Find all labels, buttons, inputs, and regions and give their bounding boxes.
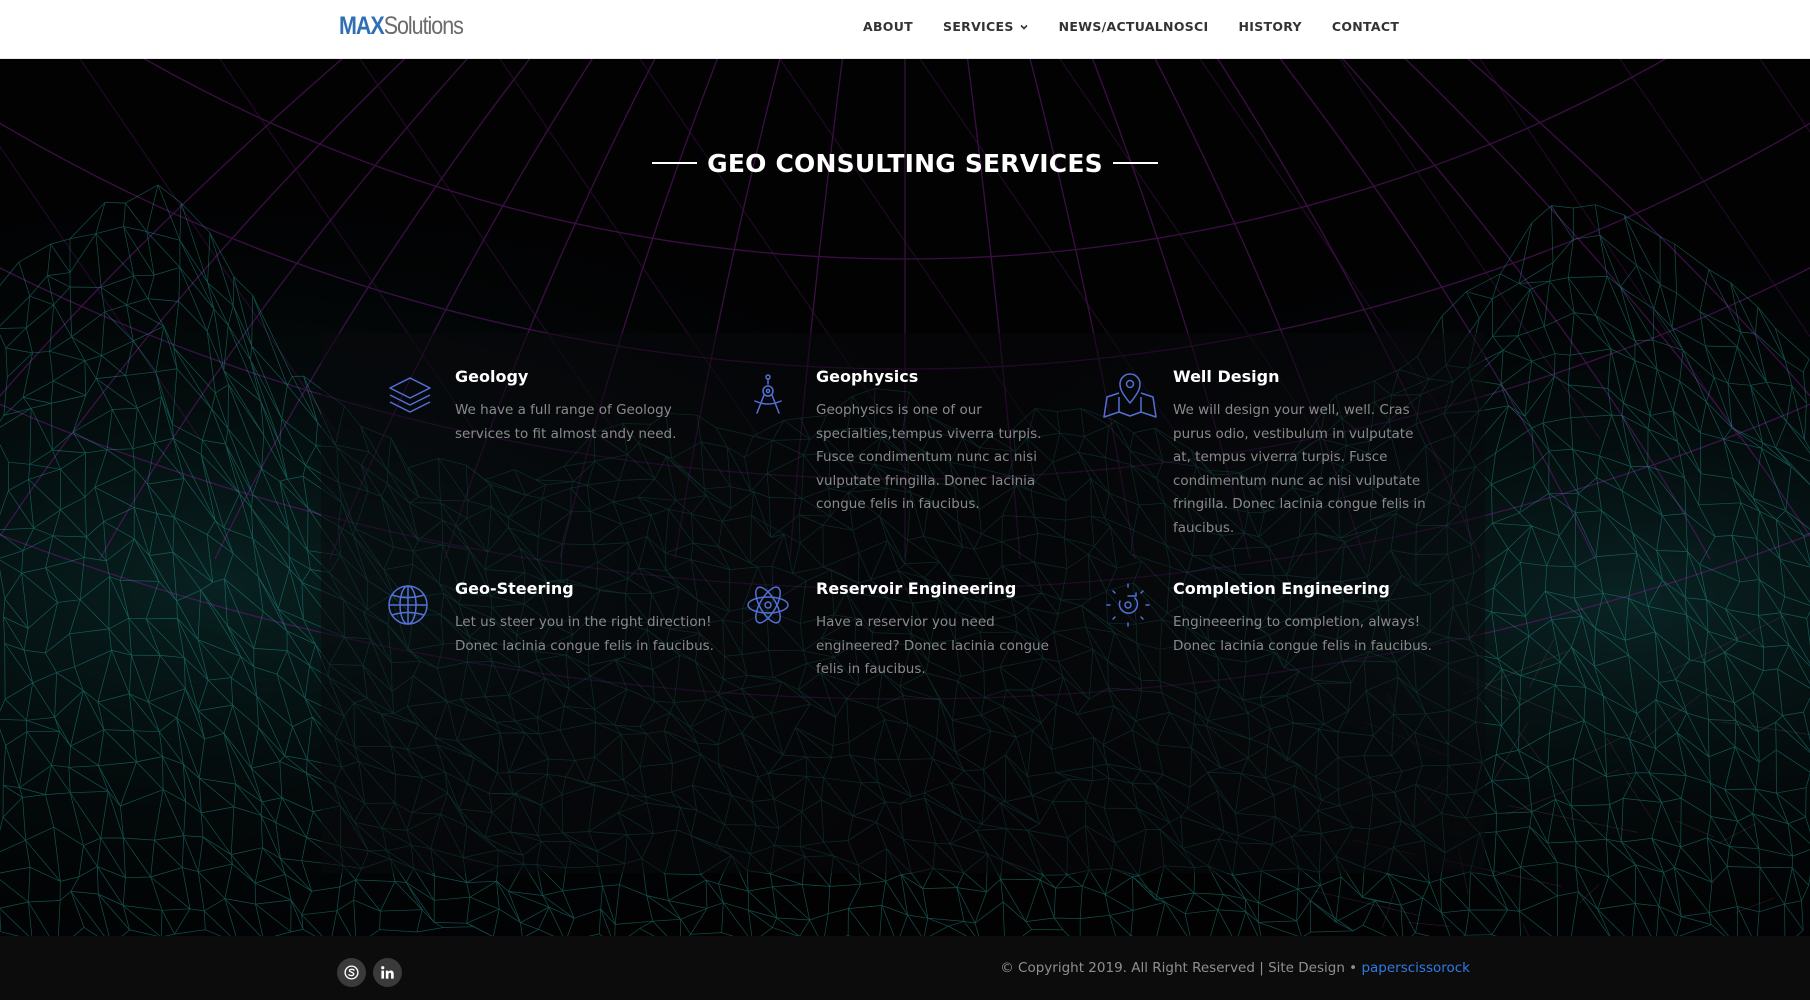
- services-section: GEO CONSULTING SERVICES Geology We have …: [0, 59, 1810, 936]
- site-footer: © Copyright 2019. All Right Reserved | S…: [0, 936, 1810, 1000]
- nav-item-about[interactable]: ABOUT: [863, 19, 913, 34]
- logo-secondary-text: Solutions: [383, 12, 464, 40]
- nav-item-services[interactable]: SERVICES: [943, 19, 1029, 34]
- target-icon: [1106, 583, 1150, 627]
- copyright-label: © Copyright 2019. All Right Reserved | S…: [1000, 960, 1362, 976]
- layers-icon: [389, 377, 431, 413]
- linkedin-link[interactable]: [373, 958, 402, 987]
- service-description: Have a reservior you need engineered? Do…: [816, 614, 1049, 677]
- logo-primary-text: MAX: [339, 12, 385, 40]
- copyright-text: © Copyright 2019. All Right Reserved | S…: [1000, 960, 1470, 976]
- service-title: Completion Engineering: [1173, 579, 1390, 598]
- compass-icon: [754, 374, 782, 414]
- globe-icon: [388, 585, 428, 625]
- credit-link[interactable]: paperscissorock: [1361, 960, 1470, 976]
- service-description: Geophysics is one of our specialties,tem…: [816, 402, 1042, 512]
- service-description: Let us steer you in the right direction!…: [455, 614, 714, 654]
- site-header: MAX Solutions ABOUT SERVICES NEWS/ACTUAL…: [0, 0, 1810, 59]
- service-title: Geology: [455, 367, 529, 386]
- service-description: Engineeering to completion, always! Done…: [1173, 614, 1432, 654]
- skype-link[interactable]: [337, 958, 366, 987]
- title-decor-line-right: [1112, 162, 1158, 164]
- atom-icon: [747, 586, 789, 624]
- map-pin-icon: [1103, 373, 1157, 418]
- main-nav: ABOUT SERVICES NEWS/ACTUALNOSCI HISTORY …: [863, 0, 1399, 52]
- service-title: Geo-Steering: [455, 579, 574, 598]
- title-decor-line-left: [652, 162, 698, 164]
- site-logo[interactable]: MAX Solutions: [339, 12, 464, 42]
- nav-item-history[interactable]: HISTORY: [1238, 19, 1301, 34]
- skype-icon: [344, 965, 359, 980]
- service-description: We will design your well, well. Cras pur…: [1173, 402, 1426, 536]
- service-title: Well Design: [1173, 367, 1280, 386]
- section-title-text: GEO CONSULTING SERVICES: [707, 149, 1103, 178]
- service-description: We have a full range of Geology services…: [455, 402, 677, 442]
- nav-item-services-label: SERVICES: [943, 18, 1014, 34]
- section-title: GEO CONSULTING SERVICES: [0, 149, 1810, 178]
- chevron-down-icon: [1020, 24, 1028, 30]
- service-title: Reservoir Engineering: [816, 579, 1017, 598]
- linkedin-icon: [381, 966, 394, 979]
- service-title: Geophysics: [816, 367, 919, 386]
- nav-item-news[interactable]: NEWS/ACTUALNOSCI: [1059, 19, 1209, 34]
- nav-item-contact[interactable]: CONTACT: [1332, 19, 1399, 34]
